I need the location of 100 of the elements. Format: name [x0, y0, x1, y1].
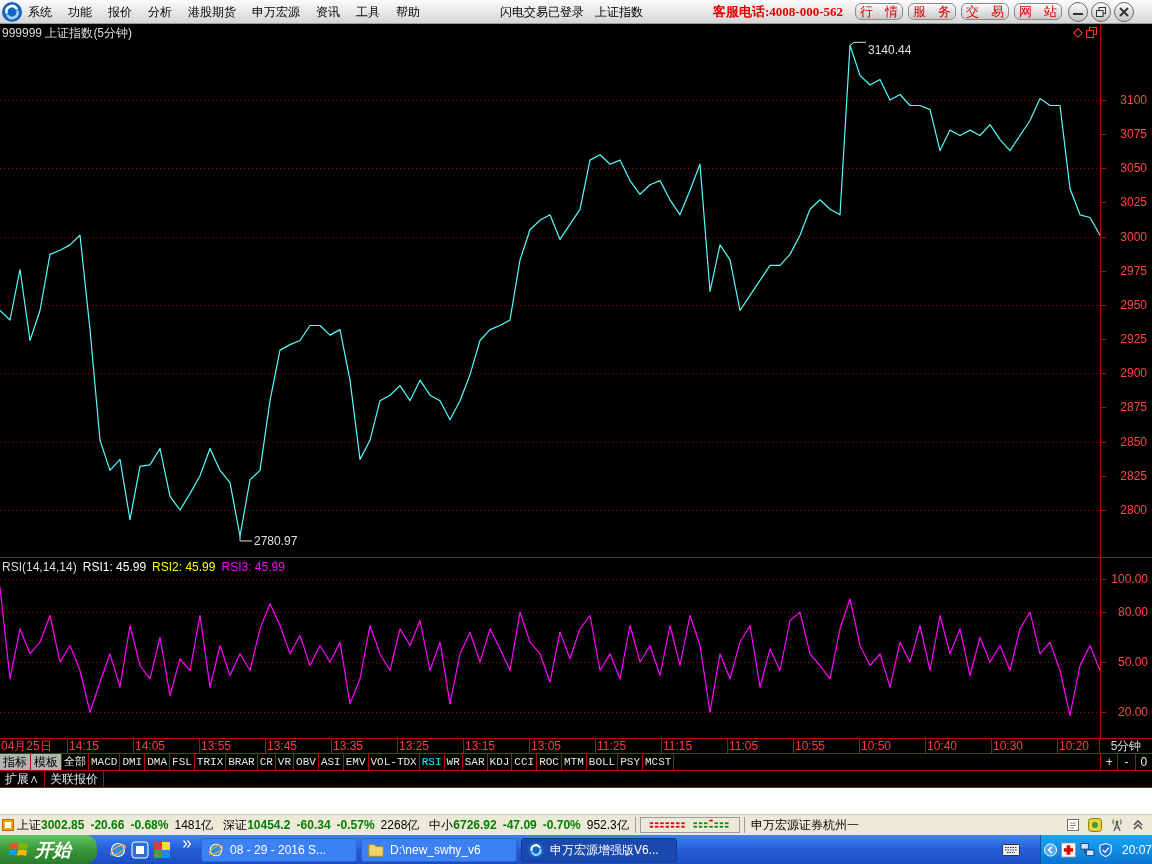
network-icon[interactable] — [1080, 841, 1095, 858]
app-logo-icon — [2, 1, 22, 22]
time-label: 13:35 — [333, 740, 364, 752]
axis-label: 2950 — [1120, 298, 1147, 312]
index-change: -20.66 — [90, 819, 125, 831]
chart-title: 999999 上证指数(5分钟) — [2, 25, 133, 41]
globe-icon — [109, 840, 127, 859]
nav-button[interactable]: 网 站 — [1014, 3, 1062, 20]
antenna-icon[interactable] — [1110, 818, 1124, 832]
price-label: 2780.97 — [254, 533, 298, 548]
time-label: 13:55 — [201, 740, 232, 752]
task-button[interactable]: 08 - 29 - 2016 S... — [201, 837, 357, 862]
period-label: 5分钟 — [1110, 740, 1142, 752]
axis-label: 80.00 — [1117, 605, 1148, 620]
broker-name: 申万宏源证券杭州一 — [750, 819, 859, 831]
menu-item[interactable]: 帮助 — [396, 2, 420, 21]
nav-button[interactable]: 行 情 — [855, 3, 903, 20]
legend-value: RSI3: 45.99 — [221, 560, 285, 574]
restore-window-icon[interactable] — [1086, 27, 1097, 38]
axis-label: 2800 — [1120, 503, 1147, 517]
axis-label: 2875 — [1120, 400, 1147, 415]
axis-label: 3000 — [1120, 229, 1147, 244]
axis-label: 3025 — [1120, 195, 1147, 210]
close-icon — [1119, 6, 1129, 17]
task-button[interactable]: 申万宏源增强版V6... — [521, 837, 677, 862]
nav-button[interactable]: 服 务 — [908, 3, 956, 20]
index-change: -60.34 — [296, 819, 331, 831]
double-chevron-up-icon[interactable] — [1132, 819, 1144, 831]
axis-label: 3100 — [1120, 93, 1147, 107]
legend-value: RSI1: 45.99 — [82, 560, 147, 574]
axis-label: 2825 — [1120, 468, 1147, 483]
task-label: 申万宏源增强版V6... — [550, 843, 659, 856]
leader-line — [849, 41, 867, 46]
menu-item[interactable]: 报价 — [108, 2, 132, 21]
status-text: 上证指数 — [595, 3, 643, 21]
axis-label: 2975 — [1120, 263, 1147, 278]
turnover-amount: 2268亿 — [380, 819, 420, 831]
folder-icon — [368, 841, 384, 858]
restore-icon — [1096, 6, 1106, 17]
mode-button[interactable]: 指标 — [0, 754, 31, 770]
time-label: 13:05 — [531, 740, 562, 752]
time-label: 14:05 — [135, 740, 166, 752]
axis-label: 3075 — [1120, 127, 1147, 142]
time-label: 11:05 — [729, 740, 759, 752]
windows-flag-icon — [9, 840, 29, 859]
time-label: 04月25日 — [1, 740, 52, 752]
time-label: 14:15 — [69, 740, 100, 752]
index-value: 6726.92 — [453, 819, 497, 831]
keyboard-icon[interactable] — [1002, 843, 1020, 856]
axis-label: 100.00 — [1111, 571, 1148, 586]
time-label: 10:40 — [927, 740, 958, 752]
start-button[interactable]: 开始 — [0, 835, 97, 864]
diamond-icon[interactable] — [1073, 27, 1083, 38]
restore-button[interactable] — [1091, 1, 1111, 22]
turnover-amount: 952.3亿 — [586, 819, 629, 831]
index-percent: -0.68% — [130, 819, 169, 831]
close-button[interactable] — [1114, 1, 1134, 22]
time-label: 13:15 — [465, 740, 496, 752]
medical-cross-icon[interactable] — [1061, 841, 1076, 858]
nav-button[interactable]: 交 易 — [961, 3, 1009, 20]
menu-item[interactable]: 申万宏源 — [252, 2, 300, 21]
hotline-text: 客服电话:4008-000-562 — [713, 2, 843, 21]
axis-label: 2900 — [1120, 366, 1147, 381]
leader-line — [239, 535, 253, 542]
mode-button[interactable]: 模板 — [31, 754, 62, 770]
menu-item[interactable]: 分析 — [148, 2, 172, 21]
document-icon[interactable] — [1066, 818, 1080, 832]
menu-item[interactable]: 港股期货 — [188, 2, 236, 21]
indicator-title: RSI(14,14,14) — [2, 560, 77, 574]
time-label: 11:25 — [597, 740, 627, 752]
time-label: 10:20 — [1059, 740, 1090, 752]
time-label: 13:45 — [267, 740, 298, 752]
menu-item[interactable]: 功能 — [68, 2, 92, 21]
app-icon[interactable] — [131, 840, 149, 859]
axis-label: 3050 — [1120, 161, 1147, 176]
task-label: D:\new_swhy_v6 — [390, 843, 481, 856]
legend-value: RSI2: 45.99 — [152, 560, 216, 574]
index-value: 3002.85 — [41, 819, 85, 831]
axis-label: 20.00 — [1117, 705, 1148, 720]
index-name: 中小 — [429, 819, 454, 831]
chevron-double-right-icon[interactable] — [183, 840, 191, 848]
index-name: 上证 — [17, 819, 41, 831]
index-percent: -0.57% — [336, 819, 375, 831]
index-percent: -0.70% — [542, 819, 581, 831]
price-label: 3140.44 — [868, 43, 912, 58]
chevron-left-icon[interactable] — [1044, 842, 1058, 857]
time-label: 11:15 — [663, 740, 693, 752]
menu-item[interactable]: 系统 — [28, 2, 52, 21]
minimize-button[interactable] — [1068, 1, 1088, 22]
menu-item[interactable]: 工具 — [356, 2, 380, 21]
status-text: 闪电交易已登录 — [500, 3, 584, 21]
task-button[interactable]: D:\new_swhy_v6 — [361, 837, 517, 862]
task-label: 08 - 29 - 2016 S... — [230, 843, 327, 856]
minimize-icon — [1073, 13, 1083, 15]
globe-icon — [208, 841, 224, 858]
index-change: -47.09 — [502, 819, 537, 831]
shield-icon[interactable] — [1098, 841, 1112, 858]
badge-icon[interactable] — [1088, 818, 1102, 832]
menu-item[interactable]: 资讯 — [316, 2, 340, 21]
tile-app-icon[interactable] — [153, 840, 171, 859]
